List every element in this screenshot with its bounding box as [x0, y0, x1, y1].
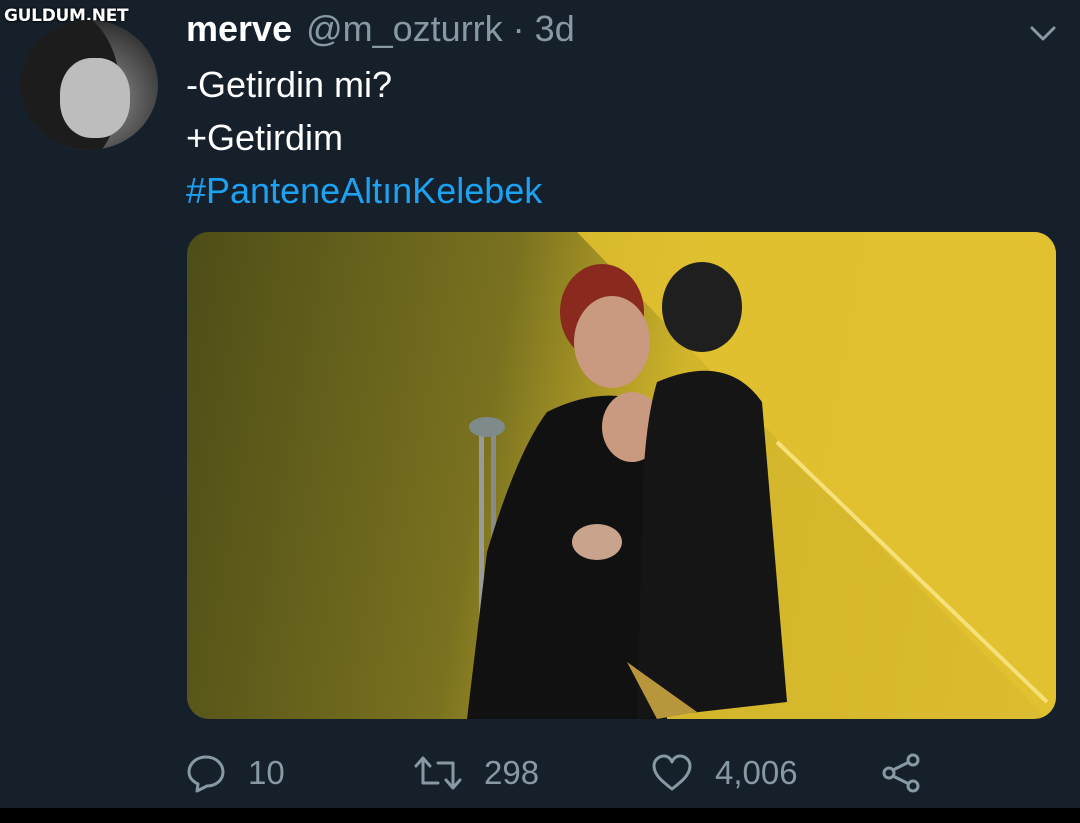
like-button[interactable]: 4,006: [651, 748, 798, 798]
retweet-icon: [414, 756, 462, 790]
author-name[interactable]: merve: [186, 8, 292, 50]
reply-icon: [187, 755, 225, 793]
like-count: 4,006: [715, 754, 798, 791]
retweet-button[interactable]: 298: [414, 748, 539, 798]
hashtag-link[interactable]: #PanteneAltınKelebek: [186, 170, 542, 212]
tweet-text-line-1: -Getirdin mi?: [186, 64, 393, 105]
tweet-header: merve @m_ozturrk · 3d: [186, 8, 575, 52]
timestamp[interactable]: 3d: [535, 8, 575, 50]
tweet-media-image[interactable]: [187, 232, 1056, 719]
media-photo: [467, 232, 1056, 719]
separator: ·: [512, 8, 525, 49]
reply-count: 10: [248, 754, 285, 791]
author-handle[interactable]: @m_ozturrk: [306, 8, 503, 50]
reply-button[interactable]: 10: [186, 748, 285, 798]
chevron-down-icon[interactable]: [1028, 20, 1058, 46]
like-icon: [652, 754, 692, 791]
bottom-bar: [0, 808, 1080, 823]
avatar[interactable]: [20, 20, 158, 150]
tweet-text-line-2: +Getirdim: [186, 117, 344, 158]
tweet-actions: 10 298 4,006: [186, 748, 946, 798]
share-button[interactable]: [880, 748, 944, 798]
share-icon: [882, 753, 920, 793]
retweet-count: 298: [484, 754, 540, 791]
